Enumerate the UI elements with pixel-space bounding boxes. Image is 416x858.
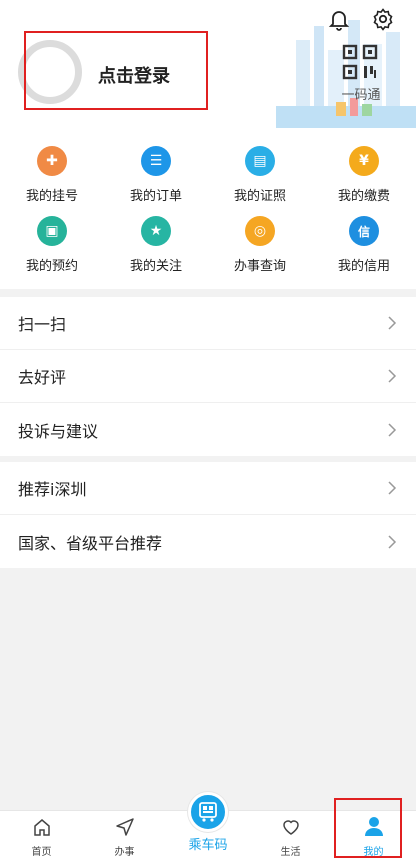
menu-rate[interactable]: 去好评 bbox=[0, 350, 416, 403]
chevron-right-icon bbox=[388, 316, 397, 330]
service-credit[interactable]: 信 我的信用 bbox=[312, 216, 416, 284]
profile-header: 点击登录 一码通 bbox=[0, 0, 416, 128]
search-icon: ◎ bbox=[245, 216, 275, 246]
credit-icon: 信 bbox=[349, 216, 379, 246]
mine-tab-highlight-box bbox=[334, 798, 402, 858]
person-card-icon: ▣ bbox=[37, 216, 67, 246]
menu-feedback[interactable]: 投诉与建议 bbox=[0, 403, 416, 456]
service-affairs-query[interactable]: ◎ 办事查询 bbox=[208, 216, 312, 284]
id-card-icon: ▤ bbox=[245, 146, 275, 176]
list-icon: ☰ bbox=[141, 146, 171, 176]
service-registration[interactable]: ✚ 我的挂号 bbox=[0, 146, 104, 214]
menu-group-1: 扫一扫 去好评 投诉与建议 bbox=[0, 297, 416, 456]
gear-icon[interactable] bbox=[368, 4, 398, 34]
chevron-right-icon bbox=[388, 422, 397, 437]
plus-icon: ✚ bbox=[37, 146, 67, 176]
chevron-right-icon bbox=[388, 534, 397, 549]
service-orders[interactable]: ☰ 我的订单 bbox=[104, 146, 208, 214]
services-grid: ✚ 我的挂号 ☰ 我的订单 ▤ 我的证照 ¥ 我的缴费 ▣ 我的预约 ★ 我的关… bbox=[0, 128, 416, 289]
menu-scan[interactable]: 扫一扫 bbox=[0, 297, 416, 350]
bus-qr-icon bbox=[188, 792, 228, 832]
bell-icon[interactable] bbox=[324, 4, 354, 34]
service-appointments[interactable]: ▣ 我的预约 bbox=[0, 216, 104, 284]
heart-icon bbox=[282, 820, 299, 835]
tab-home[interactable]: 首页 bbox=[0, 811, 83, 858]
menu-recommend-app[interactable]: 推荐i深圳 bbox=[0, 462, 416, 515]
login-highlight-box bbox=[24, 31, 208, 110]
service-licenses[interactable]: ▤ 我的证照 bbox=[208, 146, 312, 214]
tab-affairs[interactable]: 办事 bbox=[83, 811, 166, 858]
chevron-right-icon bbox=[388, 369, 397, 383]
qr-label[interactable]: 一码通 bbox=[336, 84, 386, 103]
star-icon: ★ bbox=[141, 216, 171, 246]
chevron-right-icon bbox=[388, 481, 397, 495]
tab-ride-code[interactable]: 乘车码 bbox=[166, 782, 250, 853]
qr-code-icon[interactable] bbox=[342, 44, 378, 80]
home-icon bbox=[33, 819, 50, 836]
yen-icon: ¥ bbox=[349, 146, 379, 176]
menu-platform-recommend[interactable]: 国家、省级平台推荐 bbox=[0, 515, 416, 568]
service-payments[interactable]: ¥ 我的缴费 bbox=[312, 146, 416, 214]
tab-life[interactable]: 生活 bbox=[249, 811, 332, 858]
navigation-arrow-icon bbox=[115, 818, 134, 836]
menu-group-2: 推荐i深圳 国家、省级平台推荐 bbox=[0, 462, 416, 568]
service-following[interactable]: ★ 我的关注 bbox=[104, 216, 208, 284]
